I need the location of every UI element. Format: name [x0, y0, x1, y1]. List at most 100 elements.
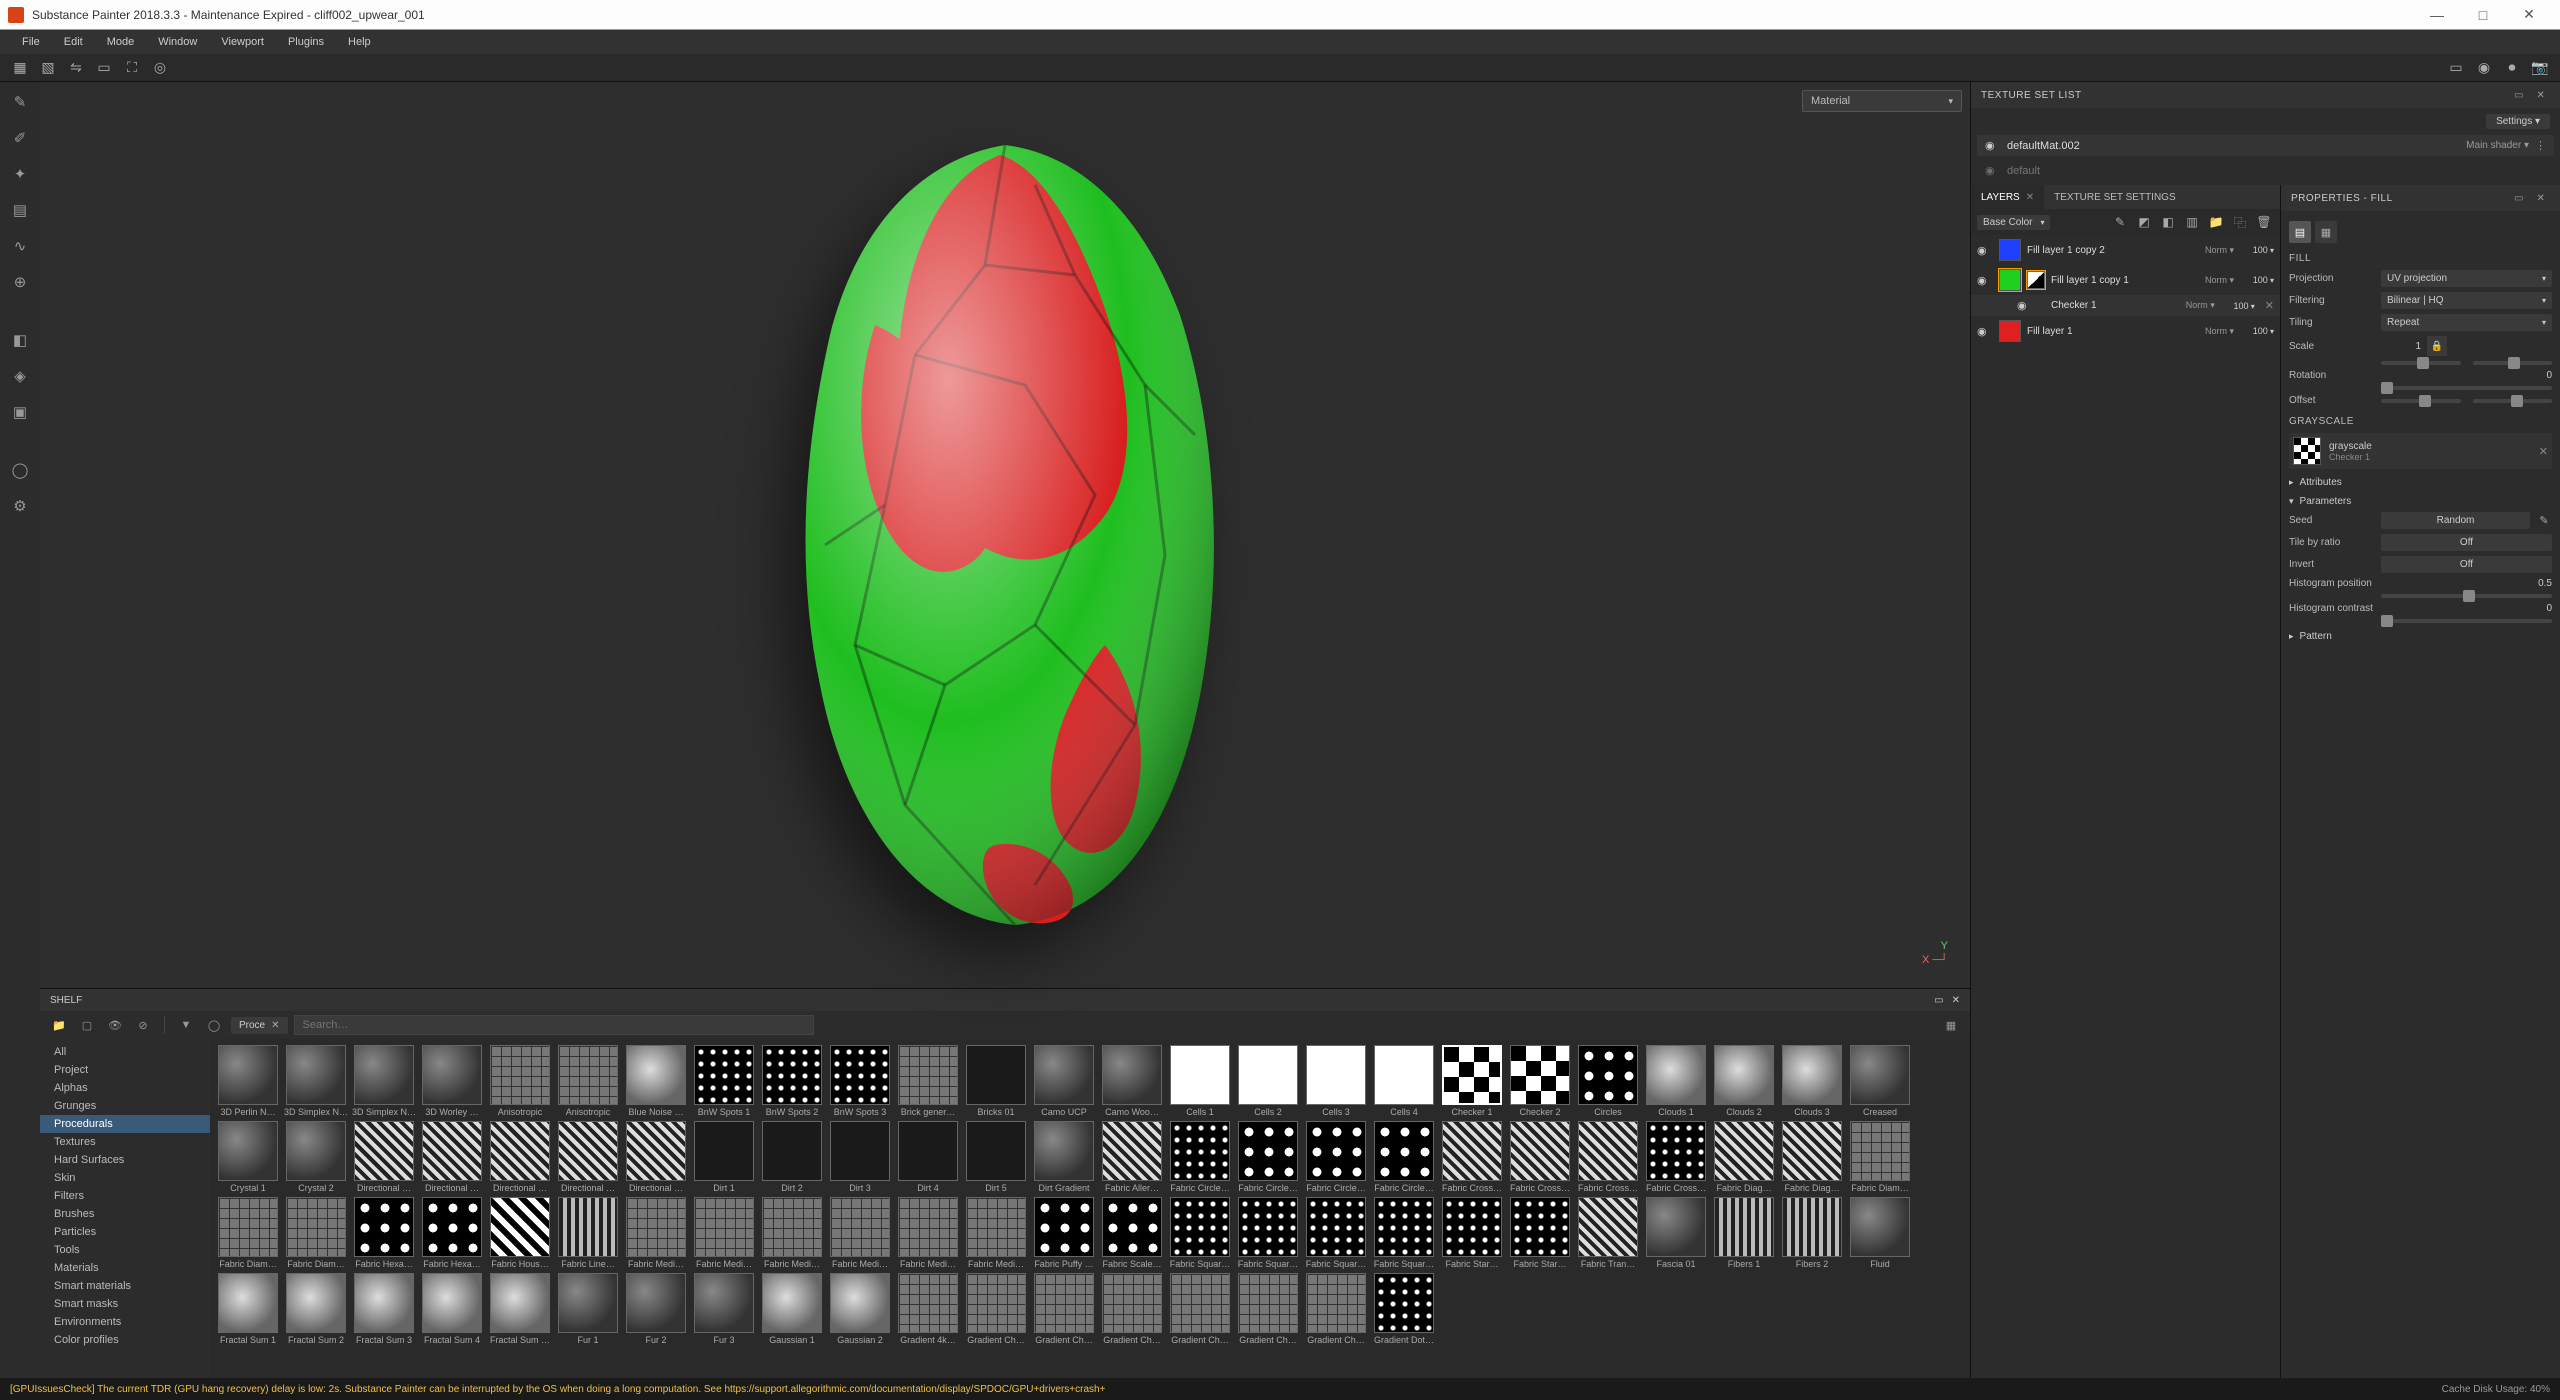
fill-tool-icon[interactable]: ▤ [6, 196, 34, 224]
shelf-filter-clear-icon[interactable]: ✕ [271, 1020, 279, 1031]
layer-eye-icon[interactable]: ◉ [1977, 325, 1993, 338]
layer-opacity[interactable]: 100 [2221, 301, 2255, 311]
menu-edit[interactable]: Edit [52, 36, 95, 48]
shelf-thumb[interactable]: Dirt 4 [896, 1121, 960, 1193]
histpos-value[interactable]: 0.5 [2512, 578, 2552, 589]
shelf-thumb[interactable]: Fabric Diam… [284, 1197, 348, 1269]
clone-tool-icon[interactable]: ⊕ [6, 268, 34, 296]
texture-set-item[interactable]: ◉defaultMat.002Main shader ▾⋮ [1977, 135, 2554, 156]
rotation-slider[interactable] [2381, 386, 2552, 390]
shelf-thumb[interactable]: Circles [1576, 1045, 1640, 1117]
shelf-thumb[interactable]: Fabric Medi… [828, 1197, 892, 1269]
shelf-thumb[interactable]: Checker 2 [1508, 1045, 1572, 1117]
shelf-thumb[interactable]: Camo Woo… [1100, 1045, 1164, 1117]
shelf-thumb[interactable]: Fabric Diam… [1848, 1121, 1912, 1193]
shelf-thumb[interactable]: Fabric Cross… [1440, 1121, 1504, 1193]
offset-x-slider[interactable] [2381, 399, 2461, 403]
shelf-thumb[interactable]: Gradient Ch… [1100, 1273, 1164, 1345]
shelf-thumb[interactable]: Fabric Medi… [964, 1197, 1028, 1269]
perspective-icon[interactable]: ▭ [92, 56, 116, 80]
histcon-value[interactable]: 0 [2512, 603, 2552, 614]
shelf-thumb[interactable]: Dirt 5 [964, 1121, 1028, 1193]
tab-layers-close-icon[interactable]: ✕ [2026, 192, 2034, 203]
shelf-thumb[interactable]: Gradient Ch… [964, 1273, 1028, 1345]
shelf-thumb[interactable]: Fabric Diam… [216, 1197, 280, 1269]
grayscale-clear-icon[interactable]: ✕ [2539, 445, 2548, 458]
shelf-thumb[interactable]: Dirt 3 [828, 1121, 892, 1193]
shelf-thumb[interactable]: Fabric Medi… [692, 1197, 756, 1269]
layer-opacity[interactable]: 100 [2240, 245, 2274, 255]
shelf-thumb[interactable]: BnW Spots 2 [760, 1045, 824, 1117]
layer-swatch-icon[interactable] [1999, 269, 2021, 291]
projection-tool-icon[interactable]: ✦ [6, 160, 34, 188]
shelf-category-item[interactable]: Project [40, 1061, 210, 1079]
shelf-thumb[interactable]: Anisotropic [488, 1045, 552, 1117]
shelf-thumb[interactable]: Fabric Squar… [1168, 1197, 1232, 1269]
tsl-settings-button[interactable]: Settings ▾ [2486, 114, 2550, 129]
texture-set-menu-icon[interactable]: ⋮ [2535, 139, 2546, 152]
shelf-thumb[interactable]: Fabric Squar… [1304, 1197, 1368, 1269]
grayscale-slot[interactable]: grayscale Checker 1 ✕ [2289, 433, 2552, 469]
shelf-thumb[interactable]: Gradient 4k… [896, 1273, 960, 1345]
attributes-collapse[interactable]: Attributes [2289, 477, 2552, 488]
material-dropdown[interactable]: Material [1802, 90, 1962, 112]
layer-eye-icon[interactable]: ◉ [1977, 244, 1993, 257]
shelf-category-item[interactable]: Grunges [40, 1097, 210, 1115]
layer-duplicate-icon[interactable]: ⿻ [2230, 212, 2250, 232]
shelf-import-icon[interactable]: ▢ [76, 1014, 98, 1036]
shelf-category-item[interactable]: Environments [40, 1313, 210, 1331]
render-icon[interactable]: ▭ [2444, 56, 2468, 80]
shelf-category-item[interactable]: Textures [40, 1133, 210, 1151]
baking-icon[interactable]: ◎ [148, 56, 172, 80]
shelf-thumb[interactable]: Fur 2 [624, 1273, 688, 1345]
scale-x-slider[interactable] [2381, 361, 2461, 365]
shelf-thumb[interactable]: Directional … [352, 1121, 416, 1193]
close-button[interactable]: ✕ [2506, 0, 2552, 30]
shelf-thumb[interactable]: Gaussian 2 [828, 1273, 892, 1345]
eraser-tool-icon[interactable]: ✐ [6, 124, 34, 152]
layer-mask-icon[interactable] [2027, 271, 2045, 289]
shelf-thumb[interactable]: Fabric Medi… [760, 1197, 824, 1269]
polygon-fill-icon[interactable]: ◧ [6, 326, 34, 354]
layer-item[interactable]: ◉Fill layer 1 copy 2Norm ▾100 [1971, 235, 2280, 265]
shelf-thumb[interactable]: Fabric Cross… [1576, 1121, 1640, 1193]
minimize-button[interactable]: — [2414, 0, 2460, 30]
menu-window[interactable]: Window [146, 36, 209, 48]
shelf-thumb[interactable]: Fabric Star… [1508, 1197, 1572, 1269]
shelf-thumb[interactable]: Fabric Circle… [1304, 1121, 1368, 1193]
shelf-thumb[interactable]: Gradient Dot… [1372, 1273, 1436, 1345]
settings-icon[interactable]: ⚙ [6, 492, 34, 520]
brush-tool-icon[interactable]: ✎ [6, 88, 34, 116]
shelf-thumb[interactable]: Fur 1 [556, 1273, 620, 1345]
symmetry-icon[interactable]: ⇋ [64, 56, 88, 80]
shelf-thumb[interactable]: Brick gener… [896, 1045, 960, 1117]
histcon-slider[interactable] [2381, 619, 2552, 623]
view-3d2d-icon[interactable]: ▦ [8, 56, 32, 80]
shelf-thumb[interactable]: Fur 3 [692, 1273, 756, 1345]
shelf-filter-icon[interactable]: ▼ [175, 1014, 197, 1036]
shelf-thumb[interactable]: Fabric Hous… [488, 1197, 552, 1269]
shelf-thumb[interactable]: Fractal Sum 2 [284, 1273, 348, 1345]
shelf-thumb[interactable]: Fabric Scale… [1100, 1197, 1164, 1269]
material-picker-icon[interactable]: ◈ [6, 362, 34, 390]
shelf-thumb[interactable]: Dirt 2 [760, 1121, 824, 1193]
layer-fill-icon[interactable]: ▥ [2182, 212, 2202, 232]
shelf-folder-icon[interactable]: 📁 [48, 1014, 70, 1036]
shelf-category-item[interactable]: Procedurals [40, 1115, 210, 1133]
shelf-thumb[interactable]: Fabric Squar… [1372, 1197, 1436, 1269]
shelf-loop-icon[interactable]: ◯ [203, 1014, 225, 1036]
layer-adjust-icon[interactable]: ◧ [2158, 212, 2178, 232]
invert-toggle[interactable]: Off [2381, 556, 2552, 573]
menu-file[interactable]: File [10, 36, 52, 48]
tab-layers[interactable]: LAYERS✕ [1971, 185, 2044, 209]
layer-item[interactable]: ◉Fill layer 1 copy 1Norm ▾100 [1971, 265, 2280, 295]
shelf-thumb[interactable]: Fabric Medi… [624, 1197, 688, 1269]
shelf-thumb[interactable]: 3D Simplex N… [284, 1045, 348, 1117]
shelf-thumb[interactable]: Fibers 1 [1712, 1197, 1776, 1269]
shelf-category-item[interactable]: Skin [40, 1169, 210, 1187]
tiling-dropdown[interactable]: Repeat [2381, 314, 2552, 331]
props-mode-material-icon[interactable]: ▤ [2289, 221, 2311, 243]
shelf-thumb[interactable]: Checker 1 [1440, 1045, 1504, 1117]
pattern-collapse[interactable]: Pattern [2289, 631, 2552, 642]
shelf-thumb[interactable]: Crystal 2 [284, 1121, 348, 1193]
